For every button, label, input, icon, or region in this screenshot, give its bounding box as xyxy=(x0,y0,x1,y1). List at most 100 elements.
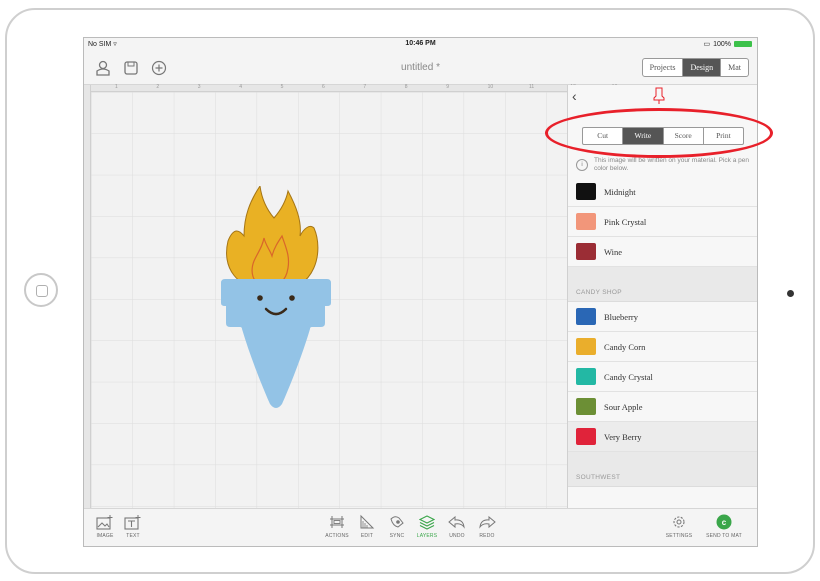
bottom-toolbar: IMAGE TEXT ACTIONS EDIT SYNC LAYERS UNDO xyxy=(84,508,757,546)
settings-label: SETTINGS xyxy=(665,533,693,539)
ruler-number: 2 xyxy=(156,84,160,90)
swatch xyxy=(576,308,596,325)
edit-label: EDIT xyxy=(360,533,374,539)
left-eye xyxy=(257,295,263,301)
status-bar: No SIM ▿ 10:46 PM ▭ 100% xyxy=(84,38,757,51)
image-label: IMAGE xyxy=(96,533,114,539)
color-row-candy-crystal[interactable]: Candy Crystal xyxy=(568,362,757,392)
wifi-icon: ▿ xyxy=(113,41,117,48)
info-text: This image will be written on your mater… xyxy=(594,157,749,172)
layers-button[interactable]: LAYERS xyxy=(412,514,442,539)
battery-icon xyxy=(734,41,752,47)
sync-label: SYNC xyxy=(389,533,405,539)
document-title: untitled * xyxy=(401,62,440,73)
color-name: Midnight xyxy=(604,186,636,197)
top-toolbar: untitled * Projects Design Mat xyxy=(84,51,757,85)
color-name: Pink Crystal xyxy=(604,216,647,227)
info-icon: i xyxy=(576,159,588,171)
add-image-icon xyxy=(96,515,113,530)
sync-button[interactable]: SYNC xyxy=(382,514,412,539)
edit-icon xyxy=(360,514,375,529)
actions-button[interactable]: ACTIONS xyxy=(322,514,352,539)
ruler-number: 4 xyxy=(239,84,242,90)
section-header-southwest: SOUTHWEST xyxy=(568,452,757,487)
section-header-candy-shop: CANDY SHOP xyxy=(568,267,757,302)
layers-label: LAYERS xyxy=(416,533,438,539)
swatch xyxy=(576,398,596,415)
status-right: ▭ 100% xyxy=(703,40,752,48)
color-row-candy-corn[interactable]: Candy Corn xyxy=(568,332,757,362)
section-title: CANDY SHOP xyxy=(576,289,622,296)
color-row-placeholder xyxy=(568,487,757,508)
redo-icon xyxy=(479,515,496,529)
ruler-number: 7 xyxy=(363,84,367,90)
ruler-number: 10 xyxy=(487,84,494,90)
sync-icon xyxy=(390,516,404,528)
text-button[interactable]: TEXT xyxy=(118,514,148,539)
info-message: i This image will be written on your mat… xyxy=(576,157,752,173)
text-label: TEXT xyxy=(126,533,140,539)
color-name: Blueberry xyxy=(604,311,638,322)
redo-label: REDO xyxy=(479,533,495,539)
ruler-left xyxy=(84,85,91,508)
right-eye xyxy=(289,295,295,301)
swatch xyxy=(576,213,596,230)
torch-image[interactable] xyxy=(216,186,336,411)
svg-text:c: c xyxy=(722,518,727,527)
swatch xyxy=(576,338,596,355)
pen-color-list: Midnight Pink Crystal Wine CANDY SHOP Bl… xyxy=(568,177,757,508)
layers-icon xyxy=(419,515,435,530)
redo-button[interactable]: REDO xyxy=(472,514,502,539)
ruler-number: 9 xyxy=(446,84,449,90)
ruler-number: 3 xyxy=(197,84,201,90)
ruler-number: 1 xyxy=(115,84,118,90)
pen-icon xyxy=(652,87,666,110)
gear-icon xyxy=(673,516,685,528)
actions-icon xyxy=(330,516,344,528)
back-chevron-icon[interactable]: ‹ xyxy=(572,88,577,104)
ruler-number: 6 xyxy=(322,84,325,90)
image-button[interactable]: IMAGE xyxy=(90,514,120,539)
color-name: Candy Crystal xyxy=(604,371,653,382)
tab-mat[interactable]: Mat xyxy=(721,59,748,76)
view-segmented-control: Projects Design Mat xyxy=(641,58,749,77)
ruler-number: 5 xyxy=(280,84,284,90)
swatch xyxy=(576,183,596,200)
color-row-blueberry[interactable]: Blueberry xyxy=(568,302,757,332)
color-row-very-berry[interactable]: Very Berry xyxy=(568,422,757,452)
edit-button[interactable]: EDIT xyxy=(352,514,382,539)
design-canvas[interactable]: 12345678910111213 xyxy=(84,84,617,508)
account-icon[interactable] xyxy=(94,59,112,77)
color-name: Very Berry xyxy=(604,431,642,442)
color-row-midnight[interactable]: Midnight xyxy=(568,177,757,207)
cricut-logo-icon: c xyxy=(716,514,732,530)
swatch xyxy=(576,428,596,445)
save-icon[interactable] xyxy=(122,59,140,77)
send-to-mat-button[interactable]: c SEND TO MAT xyxy=(704,514,744,539)
ruler-number: 11 xyxy=(529,84,535,90)
clock: 10:46 PM xyxy=(405,40,436,47)
color-name: Wine xyxy=(604,246,623,257)
color-name: Sour Apple xyxy=(604,401,643,412)
front-camera xyxy=(787,290,794,297)
screen-mirror-icon: ▭ xyxy=(703,41,711,48)
add-text-icon xyxy=(124,515,141,530)
color-row-sour-apple[interactable]: Sour Apple xyxy=(568,392,757,422)
actions-label: ACTIONS xyxy=(325,533,349,539)
section-title: SOUTHWEST xyxy=(576,474,621,481)
home-button[interactable] xyxy=(24,273,58,307)
tab-projects[interactable]: Projects xyxy=(643,59,684,76)
color-row-wine[interactable]: Wine xyxy=(568,237,757,267)
new-project-icon[interactable] xyxy=(150,59,168,77)
undo-button[interactable]: UNDO xyxy=(442,514,472,539)
color-name: Candy Corn xyxy=(604,341,646,352)
settings-button[interactable]: SETTINGS xyxy=(664,514,694,539)
tab-design[interactable]: Design xyxy=(683,59,722,76)
undo-icon xyxy=(448,515,465,529)
send-to-mat-label: SEND TO MAT xyxy=(706,533,742,539)
carrier-label: No SIM ▿ xyxy=(88,41,117,48)
color-row-pink-crystal[interactable]: Pink Crystal xyxy=(568,207,757,237)
undo-label: UNDO xyxy=(449,533,465,539)
battery-percent: 100% xyxy=(713,40,731,48)
ruler-number: 8 xyxy=(404,84,408,90)
